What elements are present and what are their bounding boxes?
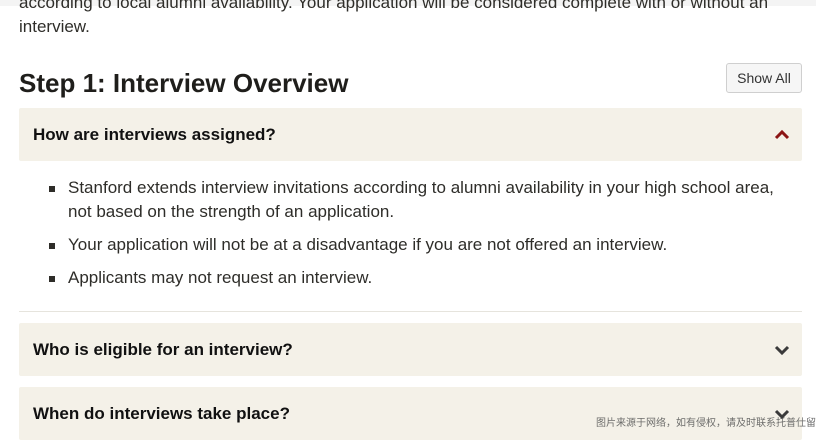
accordion-panel-assigned: Stanford extends interview invitations a… (19, 161, 802, 312)
show-all-button[interactable]: Show All (726, 63, 802, 93)
list-item: Your application will not be at a disadv… (49, 233, 779, 257)
accordion-question: How are interviews assigned? (33, 125, 276, 144)
accordion-header-assigned[interactable]: How are interviews assigned? (19, 108, 802, 161)
accordion-question: Who is eligible for an interview? (33, 340, 293, 359)
chevron-up-icon[interactable] (774, 127, 790, 143)
intro-paragraph: according to local alumni availability. … (19, 0, 769, 36)
accordion-header-eligible[interactable]: Who is eligible for an interview? (19, 323, 802, 376)
page-title: Step 1: Interview Overview (19, 68, 349, 98)
chevron-down-icon[interactable] (774, 342, 790, 358)
answer-text: Stanford extends interview invitations a… (68, 178, 774, 221)
answer-list: Stanford extends interview invitations a… (49, 176, 779, 299)
answer-text: Applicants may not request an interview. (68, 268, 373, 287)
bullet-icon (49, 243, 55, 249)
bullet-icon (49, 276, 55, 282)
list-item: Applicants may not request an interview. (49, 266, 779, 290)
accordion-question: When do interviews take place? (33, 404, 290, 423)
bullet-icon (49, 186, 55, 192)
list-item: Stanford extends interview invitations a… (49, 176, 779, 224)
watermark: 图片来源于网络，如有侵权，请及时联系托普仕留学删除 (596, 418, 816, 429)
answer-text: Your application will not be at a disadv… (68, 235, 668, 254)
